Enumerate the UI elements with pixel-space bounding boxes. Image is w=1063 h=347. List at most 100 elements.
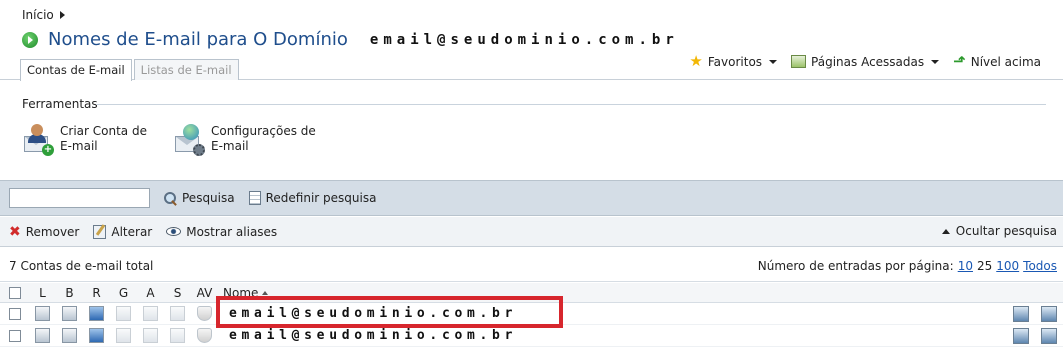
redirect-icon [89, 328, 104, 343]
email-address-link[interactable]: email@seudominio.com.br [229, 328, 517, 343]
row-select-cell [0, 329, 29, 342]
title-row: Nomes de E-mail para O Domínio email@seu… [22, 29, 679, 50]
search-icon [164, 191, 177, 205]
edit-button[interactable]: Alterar [93, 224, 153, 239]
antivirus-cell [191, 328, 218, 343]
remove-icon: ✖ [9, 223, 21, 240]
blocked-cell [56, 328, 83, 343]
remove-button[interactable]: ✖ Remover [9, 225, 79, 239]
chevron-down-icon [769, 59, 778, 64]
visited-pages-label: Páginas Acessadas [811, 54, 925, 69]
search-input[interactable] [9, 188, 150, 208]
open-account-icon[interactable] [1041, 306, 1057, 322]
tab-bar: Contas de E-mail Listas de E-mail [20, 59, 241, 81]
group-icon [116, 328, 131, 343]
search-bar: Pesquisa Redefinir pesquisa [0, 180, 1063, 216]
page-title: Nomes de E-mail para O Domínio [48, 29, 348, 50]
page-size-100[interactable]: 100 [996, 259, 1019, 273]
favorites-label: Favoritos [707, 54, 763, 69]
email-settings-button[interactable]: Configurações de E-mail [173, 124, 316, 156]
favorites-menu[interactable]: ★ Favoritos [689, 52, 778, 70]
page-size-25: 25 [976, 259, 993, 273]
level-up-label: Nível acima [970, 54, 1041, 69]
hide-search-button[interactable]: Ocultar pesquisa [941, 224, 1057, 238]
webmail-icon[interactable] [1013, 328, 1029, 344]
chevron-down-icon [931, 59, 940, 64]
redirect-cell [83, 328, 110, 343]
tab-email-lists[interactable]: Listas de E-mail [133, 59, 239, 80]
group-cell [110, 328, 137, 343]
up-arrow-icon: ⬏ [953, 52, 966, 70]
chevron-up-icon [941, 228, 950, 234]
select-all-cell [0, 286, 29, 299]
spam-cell [164, 306, 191, 321]
search-button-label: Pesquisa [182, 191, 235, 205]
autoresponder-icon [143, 328, 158, 343]
open-account-icon[interactable] [1041, 328, 1057, 344]
hide-search-label: Ocultar pesquisa [955, 224, 1057, 238]
select-all-checkbox[interactable] [8, 286, 21, 299]
create-email-account-label: Criar Conta de E-mail [60, 124, 147, 153]
spam-filter-icon [170, 306, 185, 321]
edit-icon [93, 224, 107, 239]
domain-name: email@seudominio.com.br [369, 31, 679, 48]
star-icon: ★ [689, 52, 703, 70]
level-up-link[interactable]: ⬏ Nível acima [953, 54, 1041, 69]
search-button[interactable]: Pesquisa [164, 191, 235, 205]
webmail-icon[interactable] [1013, 306, 1029, 322]
eye-icon [166, 227, 182, 236]
breadcrumb-home[interactable]: Início [22, 8, 54, 22]
row-checkbox[interactable] [8, 329, 21, 342]
show-aliases-label: Mostrar aliases [186, 224, 278, 239]
action-bar: ✖ Remover Alterar Mostrar aliases Oculta… [0, 217, 1063, 247]
group-icon [116, 306, 131, 321]
page-size-10[interactable]: 10 [958, 259, 973, 273]
show-aliases-button[interactable]: Mostrar aliases [166, 225, 277, 239]
visited-pages-menu[interactable]: Páginas Acessadas [791, 54, 940, 69]
autoresponder-icon [143, 306, 158, 321]
column-s: S [173, 285, 182, 300]
row-actions [1013, 306, 1057, 322]
spam-cell [164, 328, 191, 343]
reset-icon [248, 191, 261, 205]
redirect-icon [89, 306, 104, 321]
column-av: AV [196, 285, 213, 300]
autoresponder-cell [137, 328, 164, 343]
breadcrumb-arrow-icon [59, 11, 65, 19]
create-email-account-button[interactable]: + Criar Conta de E-mail [22, 124, 147, 156]
reset-search-label: Redefinir pesquisa [265, 191, 377, 205]
reset-search-button[interactable]: Redefinir pesquisa [248, 191, 377, 205]
mailbox-cell [29, 306, 56, 321]
top-links: ★ Favoritos Páginas Acessadas ⬏ Nível ac… [689, 54, 1041, 69]
spam-filter-icon [170, 328, 185, 343]
antivirus-shield-icon [197, 306, 212, 321]
row-checkbox[interactable] [8, 307, 21, 320]
row-select-cell [0, 307, 29, 320]
row-actions [1013, 328, 1057, 344]
go-arrow-icon [22, 31, 38, 48]
column-g: G [118, 285, 129, 300]
antivirus-cell [191, 306, 218, 321]
antivirus-shield-icon [197, 328, 212, 343]
tools-heading: Ferramentas [22, 97, 98, 111]
list-summary: 7 Contas de e-mail total Número de entra… [0, 248, 1063, 282]
divider [96, 104, 1046, 105]
sort-ascending-icon [262, 290, 269, 295]
page-size-selector: Número de entradas por página: 10 25 100… [758, 259, 1057, 273]
page-size-label: Número de entradas por página: [757, 259, 954, 273]
remove-label: Remover [25, 224, 80, 239]
pages-icon [791, 55, 807, 68]
email-settings-icon [173, 124, 205, 156]
edit-label: Alterar [111, 224, 153, 239]
redirect-cell [83, 306, 110, 321]
group-cell [110, 306, 137, 321]
column-r: R [92, 285, 101, 300]
page-size-all[interactable]: Todos [1023, 259, 1057, 273]
highlight-box [216, 296, 563, 328]
tab-email-accounts[interactable]: Contas de E-mail [20, 59, 132, 81]
column-b: B [65, 285, 74, 300]
envelope-icon [62, 328, 77, 343]
breadcrumb[interactable]: Início [22, 8, 65, 22]
table-row: email@seudominio.com.br [0, 325, 1063, 347]
blocked-cell [56, 306, 83, 321]
